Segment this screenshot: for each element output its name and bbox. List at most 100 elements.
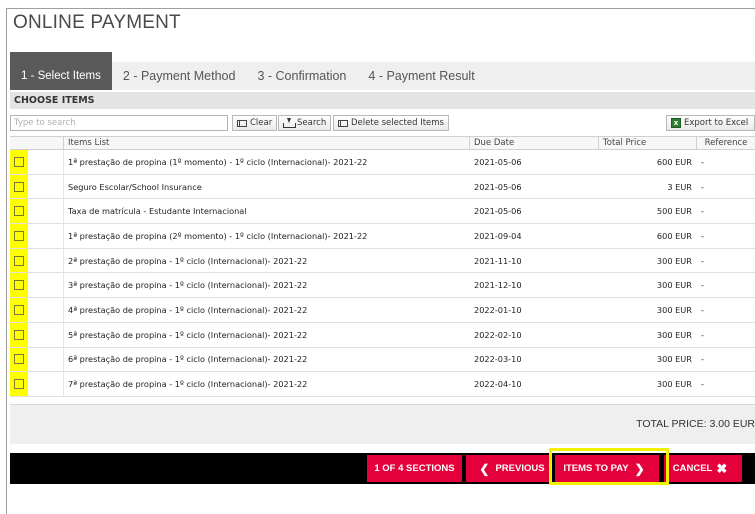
download-icon xyxy=(283,118,296,128)
cancel-button[interactable]: CANCEL ✖ xyxy=(664,455,742,482)
search-label: Search xyxy=(297,118,327,128)
row-total-price: 500 EUR xyxy=(656,206,692,217)
row-total-price: 300 EUR xyxy=(656,255,692,266)
row-checkbox[interactable] xyxy=(14,354,24,365)
row-total-price: 600 EUR xyxy=(656,230,692,241)
row-item-name: Seguro Escolar/School Insurance xyxy=(68,181,202,192)
header-total-price[interactable]: Total Price xyxy=(599,137,697,149)
row-select-cell xyxy=(10,347,64,372)
table-row[interactable]: 5ª prestação de propina - 1º ciclo (Inte… xyxy=(10,322,755,348)
row-reference: - xyxy=(701,181,704,192)
header-select-column xyxy=(10,137,64,149)
row-due-date: 2022-03-10 xyxy=(474,354,522,365)
total-price: TOTAL PRICE: 3.00 EUR xyxy=(636,418,755,430)
row-due-date: 2022-02-10 xyxy=(474,329,522,340)
previous-label: PREVIOUS xyxy=(495,463,545,474)
row-due-date: 2022-04-10 xyxy=(474,379,522,390)
navigation-bar: 1 OF 4 SECTIONS ❮ PREVIOUS ITEMS TO PAY … xyxy=(10,453,755,484)
table-row[interactable]: 6ª prestação de propina - 1º ciclo (Inte… xyxy=(10,347,755,373)
row-checkbox[interactable] xyxy=(14,156,24,167)
row-reference: - xyxy=(701,354,704,365)
row-select-cell xyxy=(10,372,64,396)
row-select-cell xyxy=(10,273,64,298)
row-due-date: 2021-09-04 xyxy=(474,230,522,241)
table-row[interactable]: Taxa de matrícula - Estudante Internacio… xyxy=(10,199,755,225)
row-due-date: 2021-11-10 xyxy=(474,255,522,266)
row-due-date: 2021-12-10 xyxy=(474,280,522,291)
row-reference: - xyxy=(701,280,704,291)
row-select-cell xyxy=(10,224,64,248)
row-select-cell xyxy=(10,248,64,273)
header-items-list[interactable]: Items List xyxy=(64,137,470,149)
row-item-name: 1ª prestação de propina (2º momento) - 1… xyxy=(68,230,368,241)
items-to-pay-label: ITEMS TO PAY xyxy=(563,463,629,474)
items-grid: Items List Due Date Total Price Referenc… xyxy=(10,136,755,397)
table-row[interactable]: 1ª prestação de propina (1º momento) - 1… xyxy=(10,150,755,175)
chevron-left-icon: ❮ xyxy=(479,461,490,476)
row-due-date: 2021-05-06 xyxy=(474,156,522,167)
row-total-price: 600 EUR xyxy=(656,156,692,167)
table-row[interactable]: 2ª prestação de propina - 1º ciclo (Inte… xyxy=(10,248,755,274)
header-reference[interactable]: Reference xyxy=(697,137,755,149)
row-checkbox[interactable] xyxy=(14,304,24,315)
row-item-name: 1ª prestação de propina (1º momento) - 1… xyxy=(68,156,368,167)
row-item-name: 2ª prestação de propina - 1º ciclo (Inte… xyxy=(68,255,308,266)
tab-confirmation[interactable]: 3 - Confirmation xyxy=(246,62,357,90)
search-button[interactable]: Search xyxy=(278,115,332,131)
grid-rows: 1ª prestação de propina (1º momento) - 1… xyxy=(10,150,755,397)
grid-toolbar: Clear Search Delete selected Items x Exp… xyxy=(10,114,755,134)
row-reference: - xyxy=(701,329,704,340)
row-select-cell xyxy=(10,298,64,322)
grid-header: Items List Due Date Total Price Referenc… xyxy=(10,136,755,150)
row-checkbox[interactable] xyxy=(14,206,24,217)
row-total-price: 300 EUR xyxy=(656,329,692,340)
tab-payment-method[interactable]: 2 - Payment Method xyxy=(112,62,247,90)
delete-icon xyxy=(338,119,348,127)
table-row[interactable]: 7ª prestação de propina - 1º ciclo (Inte… xyxy=(10,372,755,397)
items-to-pay-button[interactable]: ITEMS TO PAY ❯ xyxy=(555,455,659,482)
delete-label: Delete selected Items xyxy=(351,118,444,128)
header-due-date[interactable]: Due Date xyxy=(470,137,599,149)
export-excel-button[interactable]: x Export to Excel xyxy=(666,115,755,131)
table-row[interactable]: 1ª prestação de propina (2º momento) - 1… xyxy=(10,224,755,249)
row-reference: - xyxy=(701,206,704,217)
row-item-name: 6ª prestação de propina - 1º ciclo (Inte… xyxy=(68,354,308,365)
row-checkbox[interactable] xyxy=(14,230,24,241)
row-select-cell xyxy=(10,150,64,174)
tab-payment-result[interactable]: 4 - Payment Result xyxy=(357,62,485,90)
table-row[interactable]: Seguro Escolar/School Insurance 2021-05-0… xyxy=(10,174,755,200)
step-tabs: 1 - Select Items 2 - Payment Method 3 - … xyxy=(10,52,755,90)
row-total-price: 300 EUR xyxy=(656,354,692,365)
export-label: Export to Excel xyxy=(684,118,749,128)
row-select-cell xyxy=(10,322,64,347)
clear-icon xyxy=(237,119,247,127)
row-reference: - xyxy=(701,255,704,266)
row-select-cell xyxy=(10,174,64,199)
search-input[interactable] xyxy=(10,115,228,131)
row-checkbox[interactable] xyxy=(14,181,24,192)
section-title: CHOOSE ITEMS xyxy=(10,92,755,109)
row-checkbox[interactable] xyxy=(14,329,24,340)
chevron-right-icon: ❯ xyxy=(634,461,645,476)
table-row[interactable]: 3ª prestação de propina - 1º ciclo (Inte… xyxy=(10,273,755,299)
row-due-date: 2021-05-06 xyxy=(474,206,522,217)
cancel-label: CANCEL xyxy=(672,463,713,474)
row-item-name: 7ª prestação de propina - 1º ciclo (Inte… xyxy=(68,379,308,390)
row-total-price: 300 EUR xyxy=(656,304,692,315)
page-title: ONLINE PAYMENT xyxy=(13,12,181,33)
row-reference: - xyxy=(701,379,704,390)
row-item-name: 4ª prestação de propina - 1º ciclo (Inte… xyxy=(68,304,308,315)
clear-button[interactable]: Clear xyxy=(232,115,278,131)
row-checkbox[interactable] xyxy=(14,255,24,266)
previous-button[interactable]: ❮ PREVIOUS xyxy=(466,455,552,482)
delete-selected-button[interactable]: Delete selected Items xyxy=(333,115,449,131)
tab-select-items[interactable]: 1 - Select Items xyxy=(10,52,112,90)
row-total-price: 300 EUR xyxy=(656,280,692,291)
table-row[interactable]: 4ª prestação de propina - 1º ciclo (Inte… xyxy=(10,298,755,323)
total-bar: TOTAL PRICE: 3.00 EUR xyxy=(10,404,755,444)
row-checkbox[interactable] xyxy=(14,379,24,390)
sections-indicator: 1 OF 4 SECTIONS xyxy=(367,455,462,482)
row-checkbox[interactable] xyxy=(14,280,24,291)
row-reference: - xyxy=(701,230,704,241)
row-item-name: 3ª prestação de propina - 1º ciclo (Inte… xyxy=(68,280,308,291)
